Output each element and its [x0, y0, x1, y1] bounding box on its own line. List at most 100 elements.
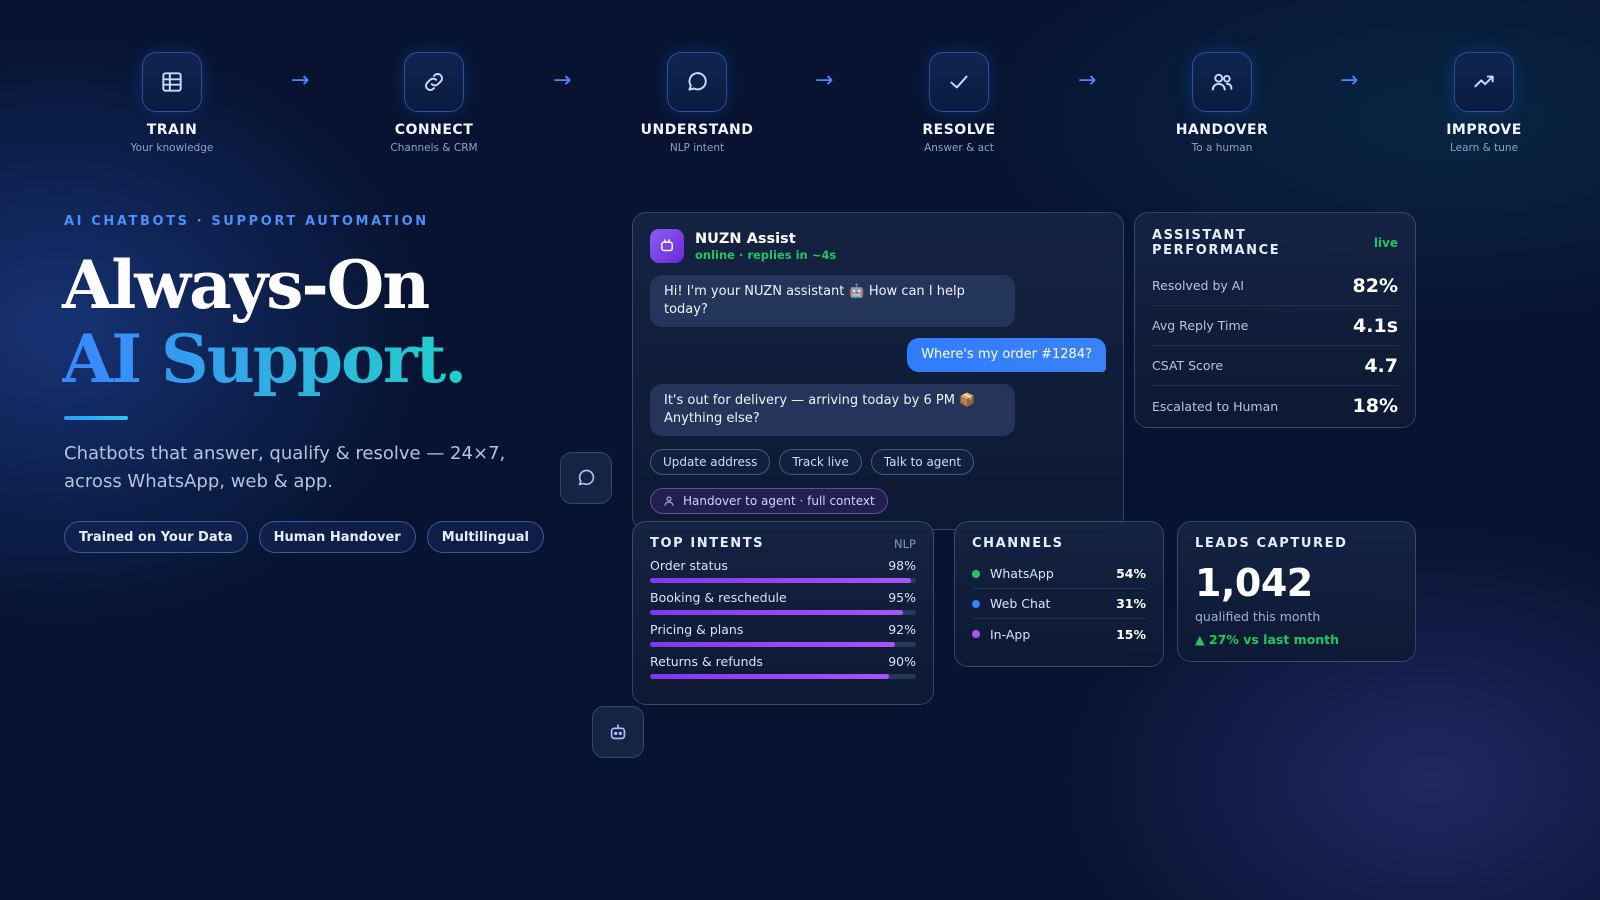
step-subtitle: NLP intent: [669, 142, 725, 154]
step-subtitle: To a human: [1191, 142, 1253, 154]
process-steps: TRAIN Your knowledge → CONNECT Channels …: [0, 0, 1600, 160]
step-title: CONNECT: [394, 122, 474, 138]
step-resolve[interactable]: RESOLVE Answer & act: [874, 52, 1044, 154]
hero-divider: [64, 416, 128, 420]
step-subtitle: Channels & CRM: [390, 142, 478, 154]
leads-subtitle: qualified this month: [1195, 609, 1321, 624]
check-icon: [929, 52, 989, 112]
intent-value: 95%: [888, 590, 916, 605]
step-subtitle: Learn & tune: [1449, 142, 1519, 154]
top-intents-card: TOP INTENTS NLP Order status 98% Booking …: [632, 521, 934, 705]
intent-row: Booking & reschedule 95%: [650, 590, 916, 615]
channel-value: 31%: [1116, 596, 1146, 611]
quick-replies: Update address Track live Talk to agent: [650, 449, 975, 475]
floating-chat-icon: [560, 452, 612, 504]
intent-bar-track: [650, 578, 916, 583]
metric-label: Resolved by AI: [1152, 278, 1244, 293]
hero-eyebrow: AI CHATBOTS · SUPPORT AUTOMATION: [64, 214, 429, 229]
intent-value: 90%: [888, 654, 916, 669]
bot-name: NUZN Assist: [695, 230, 796, 247]
intent-bar-fill: [650, 674, 890, 679]
step-title: UNDERSTAND: [640, 122, 754, 138]
metric-value: 4.7: [1364, 354, 1398, 377]
step-subtitle: Your knowledge: [130, 142, 214, 154]
pill-trained-on-data[interactable]: Trained on Your Data: [64, 521, 248, 553]
intent-label: Order status: [650, 558, 728, 573]
channel-label: In-App: [990, 626, 1031, 642]
channel-label: WhatsApp: [990, 566, 1054, 581]
channels-list: WhatsApp 54% Web Chat 31% In-App 15%: [972, 559, 1146, 649]
step-connect[interactable]: CONNECT Channels & CRM: [349, 52, 519, 154]
handover-label: Handover to agent · full context: [683, 494, 875, 508]
chat-window: NUZN Assist online · replies in ~4s Hi! …: [632, 212, 1124, 530]
intent-bar-track: [650, 674, 916, 679]
intents-tag: NLP: [894, 536, 916, 551]
pill-multilingual[interactable]: Multilingual: [426, 521, 544, 553]
channel-dot: [972, 630, 980, 638]
handover-chip[interactable]: Handover to agent · full context: [650, 488, 888, 514]
hero-description: Chatbots that answer, qualify & resolve …: [64, 443, 506, 492]
person-icon: [664, 496, 674, 506]
step-title: RESOLVE: [922, 122, 996, 138]
performance-card: ASSISTANT PERFORMANCE live Resolved by A…: [1134, 212, 1416, 428]
metric-row: Resolved by AI 82%: [1152, 266, 1398, 306]
chat-message-bot: It's out for delivery — arriving today b…: [650, 384, 1015, 436]
intent-label: Booking & reschedule: [650, 590, 787, 605]
metric-label: Escalated to Human: [1152, 398, 1279, 414]
arrow-icon: →: [815, 68, 834, 93]
chat-message-bot: Hi! I'm your NUZN assistant 🤖 How can I …: [650, 275, 1015, 327]
step-subtitle: Answer & act: [924, 142, 994, 154]
intent-label: Returns & refunds: [650, 654, 763, 669]
hero-title: Always-On AI Support.: [62, 248, 467, 398]
chat-header: NUZN Assist online · replies in ~4s: [650, 229, 1106, 263]
arrow-icon: →: [1078, 68, 1097, 93]
quick-reply-track-live[interactable]: Track live: [779, 449, 862, 475]
channels-card: CHANNELS WhatsApp 54% Web Chat 31% In-Ap…: [954, 521, 1164, 667]
intent-row: Pricing & plans 92%: [650, 622, 916, 647]
metric-row: Avg Reply Time 4.1s: [1152, 306, 1398, 346]
step-title: IMPROVE: [1446, 122, 1522, 138]
intent-label: Pricing & plans: [650, 622, 744, 637]
quick-reply-talk-to-agent[interactable]: Talk to agent: [870, 449, 975, 475]
users-icon: [1192, 52, 1252, 112]
intent-row: Order status 98%: [650, 558, 916, 583]
channel-dot: [972, 569, 980, 578]
intent-bar-fill: [650, 610, 903, 615]
step-title: HANDOVER: [1175, 122, 1269, 138]
metric-value: 18%: [1352, 395, 1398, 417]
leads-title: LEADS CAPTURED: [1195, 536, 1348, 551]
step-improve[interactable]: IMPROVE Learn & tune: [1399, 52, 1569, 154]
leads-value: 1,042: [1195, 561, 1313, 605]
channel-row: Web Chat 31%: [972, 589, 1146, 619]
leads-trend: ▲ 27% vs last month: [1195, 632, 1340, 647]
metric-row: CSAT Score 4.7: [1152, 346, 1398, 386]
channel-label: Web Chat: [990, 596, 1051, 611]
step-title: TRAIN: [146, 122, 198, 138]
intent-value: 92%: [888, 622, 916, 637]
intent-bar-fill: [650, 642, 895, 647]
metric-row: Escalated to Human 18%: [1152, 386, 1398, 426]
step-handover[interactable]: HANDOVER To a human: [1137, 52, 1307, 154]
hero-title-line2: AI Support.: [62, 320, 467, 398]
intent-row: Returns & refunds 90%: [650, 654, 916, 679]
quick-reply-update-address[interactable]: Update address: [650, 449, 771, 475]
intent-bar-track: [650, 610, 916, 615]
bot-avatar: [650, 229, 684, 263]
live-badge: live: [1373, 236, 1398, 250]
arrow-icon: →: [553, 68, 572, 93]
channels-title: CHANNELS: [972, 536, 1064, 551]
intent-bar-fill: [650, 578, 911, 583]
metric-value: 4.1s: [1353, 314, 1398, 337]
channel-row: WhatsApp 54%: [972, 559, 1146, 589]
link-icon: [404, 52, 464, 112]
trend-up-icon: [1454, 52, 1514, 112]
metric-label: Avg Reply Time: [1152, 318, 1249, 333]
feature-pills: Trained on Your Data Human Handover Mult…: [64, 521, 544, 553]
step-understand[interactable]: UNDERSTAND NLP intent: [612, 52, 782, 154]
step-train[interactable]: TRAIN Your knowledge: [87, 52, 257, 154]
pill-human-handover[interactable]: Human Handover: [258, 521, 416, 553]
channel-value: 54%: [1116, 566, 1146, 581]
chat-message-user: Where's my order #1284?: [907, 338, 1106, 372]
intent-bar-track: [650, 642, 916, 647]
bot-icon: [661, 239, 673, 252]
